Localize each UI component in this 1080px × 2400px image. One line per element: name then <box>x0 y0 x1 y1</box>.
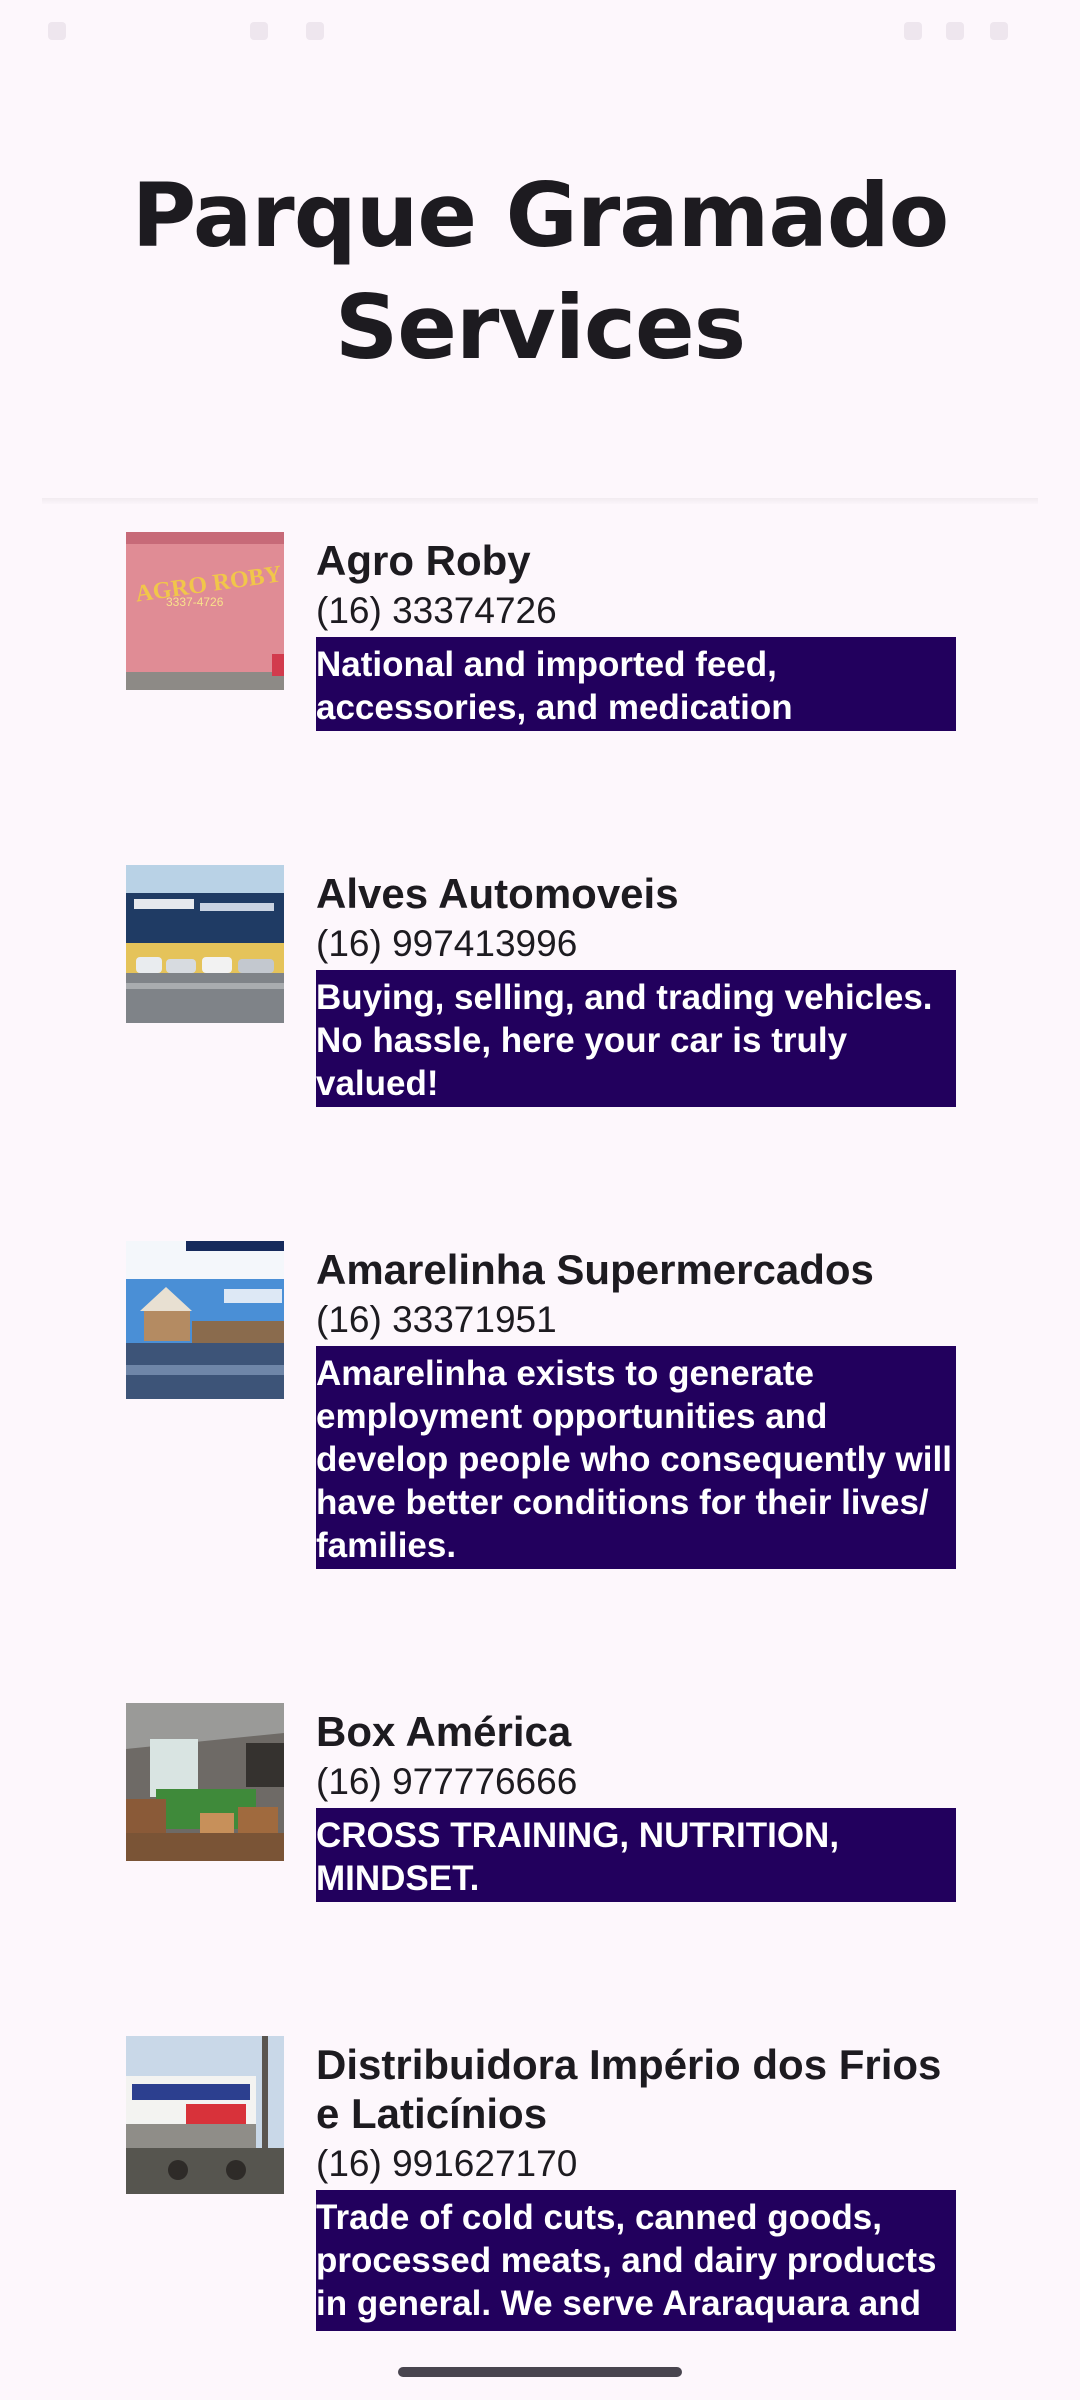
time-indicator-icon <box>48 22 66 40</box>
service-description: Trade of cold cuts, canned goods, proces… <box>316 2190 956 2331</box>
service-name: Alves Automoveis <box>316 870 679 917</box>
service-name: Distribuidora Império dos Frios e Laticí… <box>316 2041 942 2137</box>
storefront-sign-phone: 3337-4726 <box>166 595 224 609</box>
service-description: National and imported feed, accessories,… <box>316 637 956 731</box>
page-title: Parque Gramado Services <box>131 164 949 379</box>
signal-icon <box>946 22 964 40</box>
service-description: Amarelinha exists to generate employment… <box>316 1346 956 1569</box>
service-phone[interactable]: (16) 997413996 <box>316 918 956 970</box>
service-description: Buying, selling, and trading vehicles. N… <box>316 970 956 1107</box>
service-name: Amarelinha Supermercados <box>316 1246 874 1293</box>
storefront-photo-icon: AGRO ROBY 3337-4726 <box>126 532 284 690</box>
distributor-storefront-photo-icon <box>126 2036 284 2194</box>
wifi-icon <box>904 22 922 40</box>
service-info: Box América (16) 977776666 CROSS TRAININ… <box>316 1703 956 1902</box>
status-bar <box>0 0 1080 64</box>
notification-icon <box>306 22 324 40</box>
service-phone[interactable]: (16) 33374726 <box>316 585 956 637</box>
notification-icon <box>250 22 268 40</box>
battery-icon <box>990 22 1008 40</box>
service-phone[interactable]: (16) 991627170 <box>316 2138 956 2190</box>
service-name: Box América <box>316 1708 572 1755</box>
service-phone[interactable]: (16) 977776666 <box>316 1756 956 1808</box>
service-info: Agro Roby (16) 33374726 National and imp… <box>316 532 956 731</box>
gesture-navigation-handle[interactable] <box>398 2367 682 2377</box>
service-name: Agro Roby <box>316 537 531 584</box>
service-info: Alves Automoveis (16) 997413996 Buying, … <box>316 865 956 1107</box>
services-list[interactable]: AGRO ROBY 3337-4726 Agro Roby (16) 33374… <box>0 504 1080 2336</box>
service-info: Amarelinha Supermercados (16) 33371951 A… <box>316 1241 956 1569</box>
service-info: Distribuidora Império dos Frios e Laticí… <box>316 2036 956 2331</box>
app-screen: Parque Gramado Services AGRO ROBY 3337-4… <box>0 0 1080 2400</box>
service-phone[interactable]: (16) 33371951 <box>316 1294 956 1346</box>
gym-photo-icon <box>126 1703 284 1861</box>
supermarket-photo-icon <box>126 1241 284 1399</box>
service-description: CROSS TRAINING, NUTRITION, MINDSET. <box>316 1808 956 1902</box>
car-dealership-photo-icon <box>126 865 284 1023</box>
